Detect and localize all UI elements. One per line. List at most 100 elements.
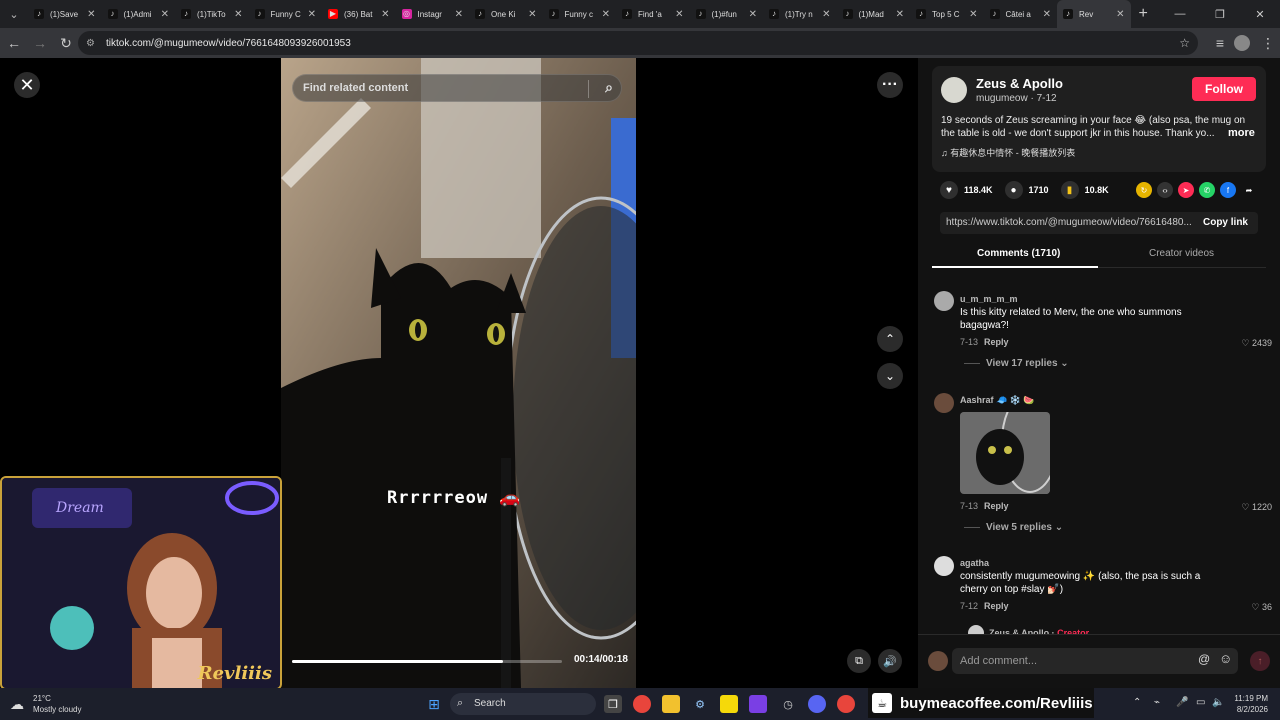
tab-close-icon[interactable]: ✕ [1043,9,1051,20]
reload-icon[interactable]: ↻ [54,31,78,55]
emoji-icon[interactable]: ☺ [1219,651,1232,666]
tray-overflow-icon[interactable]: ⌃ [1133,697,1141,708]
tab-close-icon[interactable]: ✕ [308,9,316,20]
repost-icon[interactable]: ↻ [1136,182,1152,198]
close-window-icon[interactable]: ✕ [1240,0,1280,28]
task-view-icon[interactable]: ❐ [604,695,622,713]
view-replies-button[interactable]: View 5 replies ⌄ [964,522,1063,533]
whatsapp-icon[interactable]: ✆ [1199,182,1215,198]
share-link-text[interactable]: https://www.tiktok.com/@mugumeow/video/7… [946,217,1196,228]
minimize-icon[interactable]: — [1160,0,1200,28]
tab-close-icon[interactable]: ✕ [822,9,830,20]
reply-button[interactable]: Reply [984,501,1009,511]
site-info-icon[interactable]: ⚙ [86,38,100,49]
browser-tab[interactable]: ▶ (36) Bat ✕ [322,0,396,28]
facebook-icon[interactable]: f [1220,182,1236,198]
forward-icon[interactable]: → [28,31,52,55]
settings-icon[interactable]: ⚙ [691,695,709,713]
windows-start-icon[interactable]: ⊞ [425,695,443,713]
new-tab-button[interactable]: + [1139,5,1148,23]
microphone-icon[interactable]: 🎤 [1176,697,1188,708]
comment-image[interactable] [960,412,1050,494]
tab-close-icon[interactable]: ✕ [381,9,389,20]
tab-close-icon[interactable]: ✕ [675,9,683,20]
speaker-icon[interactable]: 🔈 [1212,697,1224,708]
send-to-friends-icon[interactable]: ➤ [1178,182,1194,198]
browser-tab[interactable]: ♪ (1)#fun ✕ [690,0,764,28]
more-options-button[interactable]: ··· [877,72,903,98]
discord-icon[interactable] [808,695,826,713]
add-comment-input[interactable]: Add comment... [952,648,1238,674]
browser-tab[interactable]: ♪ (1)Save ✕ [28,0,102,28]
commenter-avatar[interactable] [934,291,954,311]
tab-close-icon[interactable]: ✕ [749,9,757,20]
profile-avatar[interactable] [1234,35,1250,51]
app-icon[interactable] [749,695,767,713]
commenter-avatar[interactable] [934,556,954,576]
comment-button[interactable]: ● 1710 [1004,181,1049,199]
tab-close-icon[interactable]: ✕ [1116,9,1124,20]
media-control-icon[interactable]: ≡ [1208,31,1232,55]
file-explorer-icon[interactable] [662,695,680,713]
chrome-active-icon[interactable] [837,695,855,713]
tab-creator-videos[interactable]: Creator videos [1149,248,1214,259]
browser-tab[interactable]: ♪ (1)Admi ✕ [102,0,176,28]
tab-close-icon[interactable]: ✕ [234,9,242,20]
copy-link-button[interactable]: Copy link [1203,217,1248,228]
chrome-icon[interactable] [633,695,651,713]
author-name[interactable]: Zeus & Apollo [976,76,1063,91]
embed-icon[interactable]: ‹› [1157,182,1173,198]
mention-icon[interactable]: @ [1198,652,1210,666]
view-replies-button[interactable]: View 17 replies ⌄ [964,358,1069,369]
network-icon[interactable]: ⌁ [1154,697,1160,708]
tab-close-icon[interactable]: ✕ [161,9,169,20]
video-player[interactable] [281,58,636,688]
video-progress-bar[interactable] [292,660,562,663]
timer-app-icon[interactable]: ◷ [779,695,797,713]
browser-tab[interactable]: ♪ Top 5 C ✕ [910,0,984,28]
tab-close-icon[interactable]: ✕ [896,9,904,20]
taskbar-search[interactable]: ⌕ Search [450,693,596,715]
commenter-name[interactable]: agatha [960,558,989,568]
like-button[interactable]: ♥ 118.4K [940,181,993,199]
browser-tab[interactable]: ◎ Instagr ✕ [396,0,470,28]
send-comment-icon[interactable]: ↑ [1250,651,1270,671]
floating-player-icon[interactable]: ⧉ [847,649,871,673]
browser-tab[interactable]: ♪ One Ki ✕ [469,0,543,28]
browser-tab[interactable]: ♪ Rev ✕ [1057,0,1131,28]
author-avatar[interactable] [941,77,967,103]
comment-like-button[interactable]: ♡ 2439 [1241,338,1272,349]
reply-button[interactable]: Reply [984,337,1009,347]
save-button[interactable]: ▮ 10.8K [1060,181,1109,199]
browser-tab[interactable]: ♪ (1)Mad ✕ [837,0,911,28]
tab-close-icon[interactable]: ✕ [455,9,463,20]
maximize-icon[interactable]: ❐ [1200,0,1240,28]
commenter-avatar[interactable] [934,393,954,413]
url-input[interactable]: ⚙ tiktok.com/@mugumeow/video/76616480939… [78,31,1198,55]
comment-like-button[interactable]: ♡ 1220 [1241,502,1272,513]
follow-button[interactable]: Follow [1192,77,1256,101]
display-icon[interactable]: ▭ [1196,697,1205,708]
volume-icon[interactable]: 🔊 [878,649,902,673]
description-more-link[interactable]: more [1228,127,1255,139]
share-more-icon[interactable]: ➦ [1241,182,1257,198]
related-search-input[interactable]: Find related content ⌕ [292,74,622,102]
tab-close-icon[interactable]: ✕ [602,9,610,20]
search-icon[interactable]: ⌕ [605,79,613,96]
music-link[interactable]: ♫ 有趣休息中情怀 - 晚餐播放列表 [941,146,1075,159]
previous-video-button[interactable]: ⌃ [877,326,903,352]
sticky-notes-icon[interactable] [720,695,738,713]
bookmark-star-icon[interactable]: ☆ [1179,36,1190,50]
browser-tab[interactable]: ♪ (1)TikTo ✕ [175,0,249,28]
commenter-name[interactable]: Aashraf 🧢 ❄️ 🍉 [960,395,1035,406]
browser-tab[interactable]: ♪ Funny C ✕ [249,0,323,28]
tab-close-icon[interactable]: ✕ [528,9,536,20]
commenter-name[interactable]: u_m_m_m_m [960,294,1018,304]
back-icon[interactable]: ← [2,31,26,55]
tab-search-icon[interactable]: ⌄ [0,0,28,28]
browser-tab[interactable]: ♪ Funny c ✕ [543,0,617,28]
browser-tab[interactable]: ♪ Câtei a ✕ [984,0,1058,28]
reply-button[interactable]: Reply [984,601,1009,611]
tab-comments[interactable]: Comments (1710) [977,248,1060,259]
system-clock[interactable]: 11:19 PM 8/2/2026 [1228,693,1268,715]
